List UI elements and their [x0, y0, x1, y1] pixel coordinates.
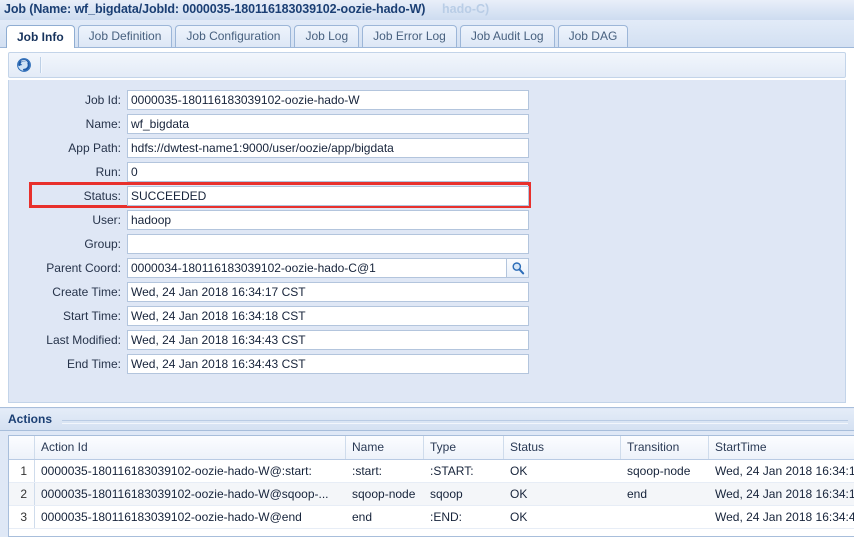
cell-type: :END: — [430, 510, 463, 524]
grid-header-status[interactable]: Status — [504, 436, 621, 459]
form-row: Create Time: — [17, 282, 537, 306]
field-label: App Path: — [68, 141, 121, 155]
field-input-run[interactable] — [127, 162, 529, 182]
cell-action-id: 0000035-180116183039102-oozie-hado-W@sqo… — [41, 487, 329, 501]
cell-status: OK — [510, 487, 528, 501]
tab-job-audit-log[interactable]: Job Audit Log — [459, 25, 555, 47]
grid-left-gutter — [0, 435, 8, 537]
field-input-parent-coord[interactable] — [127, 258, 507, 278]
window-title-bar: Job (Name: wf_bigdata/JobId: 0000035-180… — [0, 0, 854, 21]
field-label: Start Time: — [62, 309, 121, 323]
field-input-name[interactable] — [127, 114, 529, 134]
field-input-status[interactable] — [127, 186, 529, 206]
tab-job-dag[interactable]: Job DAG — [557, 25, 629, 47]
cell-start-time: Wed, 24 Jan 2018 16:34:43.. — [715, 510, 854, 524]
field-label: User: — [92, 213, 121, 227]
cell-action-id: 0000035-180116183039102-oozie-hado-W@end — [41, 510, 302, 524]
field-label: Group: — [84, 237, 121, 251]
cell-name: end — [352, 510, 373, 524]
field-label: Status: — [83, 189, 121, 203]
cell-status: OK — [510, 464, 528, 478]
grid-header-name[interactable]: Name — [346, 436, 424, 459]
cell-action-id: 0000035-180116183039102-oozie-hado-W@:st… — [41, 464, 312, 478]
field-label: End Time: — [66, 357, 121, 371]
form-row: Job Id: — [17, 90, 537, 114]
field-input-user[interactable] — [127, 210, 529, 230]
cell-start-time: Wed, 24 Jan 2018 16:34:18.. — [715, 487, 854, 501]
row-number: 1 — [9, 460, 35, 482]
tab-job-definition[interactable]: Job Definition — [77, 25, 173, 47]
actions-grid-header: Action Id Name Type Status Transition StartTi… — [9, 436, 854, 460]
form-row: Run: — [17, 162, 537, 186]
form-row: Last Modified: — [17, 330, 537, 354]
row-number: 3 — [9, 506, 35, 528]
field-label: Last Modified: — [46, 333, 121, 347]
tab-job-info[interactable]: Job Info — [6, 25, 75, 48]
refresh-icon — [17, 58, 31, 72]
cell-start-time: Wed, 24 Jan 2018 16:34:18.. — [715, 464, 854, 478]
cell-status: OK — [510, 510, 528, 524]
field-label: Create Time: — [52, 285, 121, 299]
form-row: User: — [17, 210, 537, 234]
field-input-job-id[interactable] — [127, 90, 529, 110]
actions-header-rule — [62, 420, 848, 424]
grid-header-action-id[interactable]: Action Id — [35, 436, 346, 459]
field-label: Run: — [95, 165, 121, 179]
form-row: Name: — [17, 114, 537, 138]
field-input-group[interactable] — [127, 234, 529, 254]
field-input-create-time[interactable] — [127, 282, 529, 302]
actions-grid: Action Id Name Type Status Transition StartTi… — [8, 435, 854, 537]
form-row: End Time: — [17, 354, 537, 378]
field-label: Parent Coord: — [46, 261, 121, 275]
toolbar-separator — [40, 57, 42, 73]
grid-header-rownum — [9, 436, 35, 459]
tab-job-configuration[interactable]: Job Configuration — [175, 25, 292, 47]
field-input-app-path[interactable] — [127, 138, 529, 158]
actions-section-header: Actions — [0, 409, 854, 431]
job-info-panel: Job Id: Name: App Path: Run: Status: User: Gro… — [0, 48, 854, 408]
table-row[interactable]: 2 0000035-180116183039102-oozie-hado-W@sq… — [9, 483, 854, 506]
cell-transition: end — [627, 487, 648, 501]
page-title: Job (Name: wf_bigdata/JobId: 0000035-180… — [4, 2, 426, 16]
refresh-button[interactable] — [13, 55, 35, 75]
grid-header-type[interactable]: Type — [424, 436, 504, 459]
cell-type: :START: — [430, 464, 474, 478]
field-input-last-modified[interactable] — [127, 330, 529, 350]
parent-coord-search-button[interactable] — [507, 258, 529, 278]
job-info-form: Job Id: Name: App Path: Run: Status: User: Gro… — [8, 80, 846, 403]
cell-name: :start: — [352, 464, 383, 478]
cell-name: sqoop-node — [352, 487, 416, 501]
panel-toolbar — [8, 52, 846, 78]
field-input-start-time[interactable] — [127, 306, 529, 326]
cell-transition: sqoop-node — [627, 464, 691, 478]
table-row[interactable]: 3 0000035-180116183039102-oozie-hado-W@en… — [9, 506, 854, 529]
page-title-ghost-text: hado-C) — [442, 2, 490, 16]
form-row: Parent Coord: — [17, 258, 537, 282]
table-row[interactable]: 1 0000035-180116183039102-oozie-hado-W@:s… — [9, 460, 854, 483]
tab-job-log[interactable]: Job Log — [294, 25, 360, 47]
actions-section-title: Actions — [8, 412, 53, 426]
cell-transition — [621, 506, 709, 528]
form-row: Status: — [17, 186, 537, 210]
grid-header-transition[interactable]: Transition — [621, 436, 709, 459]
field-input-end-time[interactable] — [127, 354, 529, 374]
form-row: App Path: — [17, 138, 537, 162]
magnifier-icon — [512, 262, 524, 275]
field-label: Job Id: — [84, 93, 121, 107]
cell-type: sqoop — [430, 487, 463, 501]
field-label: Name: — [85, 117, 121, 131]
form-row: Start Time: — [17, 306, 537, 330]
tab-bar: Job Info Job Definition Job Configuration J… — [0, 20, 854, 48]
grid-header-starttime[interactable]: StartTime — [709, 436, 854, 459]
tab-job-error-log[interactable]: Job Error Log — [362, 25, 457, 47]
form-row: Group: — [17, 234, 537, 258]
row-number: 2 — [9, 483, 35, 505]
